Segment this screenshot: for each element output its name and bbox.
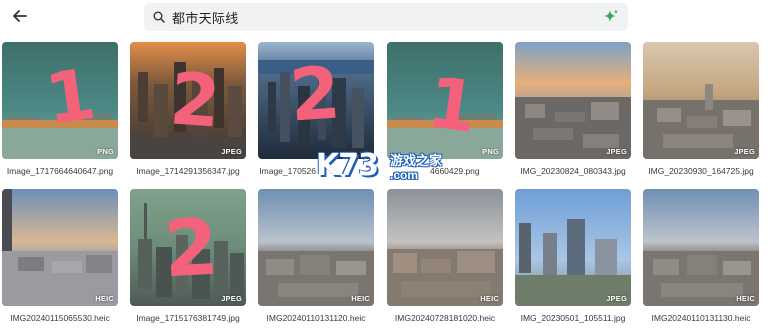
- image-filename: IMG20240110131130.heic: [651, 313, 751, 323]
- search-query: 都市天际线: [172, 10, 239, 26]
- file-type-badge: JPEG: [606, 294, 627, 303]
- ai-sparkle-icon[interactable]: [602, 8, 620, 26]
- watermark-name: 游戏之家: [390, 153, 443, 168]
- annotation-numeral: 2: [287, 50, 343, 138]
- file-type-badge: JPEG: [221, 294, 242, 303]
- search-icon: [153, 10, 167, 24]
- search-input[interactable]: 都市天际线: [144, 3, 628, 31]
- image-tile[interactable]: JPEG: [643, 42, 759, 159]
- image-filename: IMG_20230930_164725.jpg: [648, 166, 754, 176]
- file-type-badge: HEIC: [736, 294, 755, 303]
- image-filename: Image_170526: [259, 166, 316, 176]
- annotation-numeral: 2: [167, 56, 223, 144]
- image-filename: Image_1715176381749.jpg: [136, 313, 240, 323]
- annotation-numeral: 1: [40, 53, 101, 141]
- file-type-badge: JPEG: [221, 147, 242, 156]
- annotation-numeral: 2: [161, 202, 221, 296]
- image-tile[interactable]: HEIC: [387, 189, 503, 306]
- file-type-badge: HEIC: [351, 294, 370, 303]
- watermark-brand: K73: [316, 148, 379, 183]
- file-type-badge: JPEG: [606, 147, 627, 156]
- back-button[interactable]: [8, 6, 32, 30]
- file-type-badge: JPEG: [734, 147, 755, 156]
- image-tile[interactable]: JPEG: [515, 189, 631, 306]
- image-tile[interactable]: HEIC: [258, 189, 374, 306]
- image-filename: IMG20240728181020.heic: [394, 313, 496, 323]
- image-filename: Image_1717664640647.png: [6, 166, 114, 176]
- top-bar: 都市天际线: [0, 0, 768, 36]
- annotation-numeral: 1: [422, 61, 483, 149]
- image-tile[interactable]: JPEG: [515, 42, 631, 159]
- image-tile[interactable]: HEIC: [643, 189, 759, 306]
- back-arrow-icon: [13, 9, 27, 27]
- file-type-badge: HEIC: [95, 294, 114, 303]
- image-filename: IMG_20230824_080343.jpg: [520, 166, 626, 176]
- image-filename: IMG20240115065530.heic: [10, 313, 110, 323]
- image-filename: Image_1714291356347.jpg: [136, 166, 240, 176]
- image-filename: IMG_20230501_105511.jpg: [520, 313, 626, 323]
- watermark-domain: .com: [390, 168, 419, 182]
- site-watermark: K73 游戏之家 .com: [312, 146, 462, 190]
- file-type-badge: PNG: [482, 147, 499, 156]
- image-filename: IMG20240110131120.heic: [266, 313, 366, 323]
- file-type-badge: HEIC: [480, 294, 499, 303]
- file-type-badge: PNG: [97, 147, 114, 156]
- image-tile[interactable]: HEIC: [2, 189, 118, 306]
